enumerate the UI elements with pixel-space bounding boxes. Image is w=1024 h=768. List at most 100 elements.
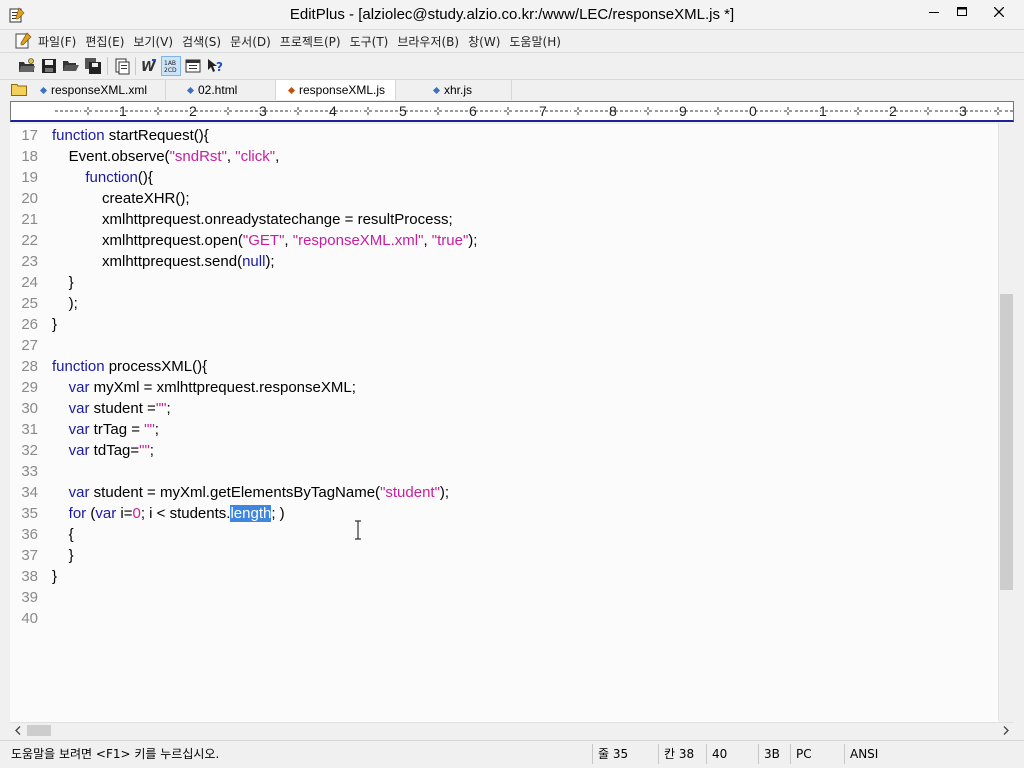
code-editor[interactable]: 17 function startRequest(){18 Event.obser… <box>10 124 998 722</box>
code-token: ; ) <box>271 505 285 522</box>
code-line[interactable]: 32 var tdTag=""; <box>10 440 998 461</box>
line-number: 39 <box>21 589 38 606</box>
menu-document[interactable]: 문서(D) <box>230 33 276 50</box>
code-text: function(){ <box>52 167 153 188</box>
status-line[interactable]: 줄 35 <box>592 744 658 764</box>
line-number: 19 <box>21 169 38 186</box>
code-line[interactable]: 23 xmlhttprequest.send(null); <box>10 251 998 272</box>
tab-label: 02.html <box>198 83 238 97</box>
status-size: 3B <box>758 744 790 764</box>
code-line[interactable]: 27 <box>10 335 998 356</box>
code-line[interactable]: 38} <box>10 566 998 587</box>
toolbar: W 1AB 2CD ? <box>0 52 1024 78</box>
line-number: 17 <box>21 127 38 144</box>
code-line[interactable]: 20 createXHR(); <box>10 188 998 209</box>
tab-xhr-js[interactable]: xhr.js <box>396 80 512 100</box>
code-line[interactable]: 40 <box>10 608 998 629</box>
code-token: ; <box>166 400 171 417</box>
code-line[interactable]: 24 } <box>10 272 998 293</box>
code-token: ; i < students. <box>140 505 231 522</box>
literal-token: "student" <box>380 484 440 501</box>
code-token: i= <box>116 505 133 522</box>
code-line[interactable]: 31 var trTag = ""; <box>10 419 998 440</box>
code-line[interactable]: 36 { <box>10 524 998 545</box>
code-line[interactable]: 25 ); <box>10 293 998 314</box>
code-line[interactable]: 19 function(){ <box>10 167 998 188</box>
code-line[interactable]: 37 } <box>10 545 998 566</box>
vertical-scrollbar[interactable] <box>998 122 1014 720</box>
code-token: ); <box>52 295 78 312</box>
code-line[interactable]: 26} <box>10 314 998 335</box>
horizontal-scrollbar[interactable] <box>10 722 1014 738</box>
menu-view[interactable]: 보기(V) <box>133 33 178 50</box>
vertical-scroll-thumb[interactable] <box>1000 294 1013 590</box>
status-bar: 도움말을 보려면 <F1> 키를 누르십시오. 줄 35 칸 38 40 3B … <box>0 740 1024 768</box>
code-token: Event.observe( <box>52 148 170 165</box>
keyword-token: var <box>68 379 90 396</box>
code-line[interactable]: 21 xmlhttprequest.onreadystatechange = r… <box>10 209 998 230</box>
save-icon <box>42 59 56 73</box>
close-button[interactable] <box>976 0 1022 24</box>
code-line[interactable]: 29 var myXml = xmlhttprequest.responseXM… <box>10 377 998 398</box>
code-line[interactable]: 22 xmlhttprequest.open("GET", "responseX… <box>10 230 998 251</box>
minimize-button[interactable] <box>920 0 948 24</box>
code-token: ; <box>154 421 159 438</box>
svg-text:?: ? <box>216 60 223 74</box>
maximize-button[interactable] <box>948 0 976 24</box>
code-text: function processXML(){ <box>52 356 207 377</box>
keyword-token: for <box>68 505 87 522</box>
code-line[interactable]: 39 <box>10 587 998 608</box>
line-number: 34 <box>21 484 38 501</box>
code-line[interactable]: 18 Event.observe("sndRst", "click", <box>10 146 998 167</box>
document-menu-icon[interactable] <box>14 32 32 50</box>
cliptext-button[interactable] <box>183 56 203 76</box>
ruler-digit: 2 <box>889 103 897 119</box>
menu-edit[interactable]: 편집(E) <box>85 33 129 50</box>
save-all-button[interactable] <box>83 56 103 76</box>
scroll-left-button[interactable] <box>10 723 26 738</box>
scroll-right-button[interactable] <box>998 723 1014 738</box>
selected-text: length <box>230 505 272 522</box>
menu-help[interactable]: 도움말(H) <box>509 33 566 50</box>
tab-responsexml-xml[interactable]: responseXML.xml <box>34 80 166 100</box>
horizontal-scroll-thumb[interactable] <box>27 725 51 736</box>
clipboard-button[interactable] <box>112 56 132 76</box>
code-token: (){ <box>137 169 153 186</box>
tab-responsexml-js[interactable]: responseXML.js <box>276 80 396 100</box>
help-button[interactable]: ? <box>205 56 225 76</box>
ruler-digit: 1 <box>119 103 127 119</box>
menu-tools[interactable]: 도구(T) <box>350 33 394 50</box>
menu-search[interactable]: 검색(S) <box>182 33 226 50</box>
menu-file[interactable]: 파일(F) <box>38 33 81 50</box>
code-line[interactable]: 17 function startRequest(){ <box>10 125 998 146</box>
column-ruler: 1 2 3 4 5 6 7 8 9 0 1 2 3 <box>10 101 1014 122</box>
code-line[interactable]: 33 <box>10 461 998 482</box>
code-line[interactable]: 34 var student = myXml.getElementsByTagN… <box>10 482 998 503</box>
save-button[interactable] <box>39 56 59 76</box>
code-line[interactable]: 35 for (var i=0; i < students.length; ) <box>10 503 998 524</box>
open-button[interactable] <box>61 56 81 76</box>
code-token: ; <box>149 442 154 459</box>
code-token: student = <box>89 400 156 417</box>
word-wrap-button[interactable]: W <box>139 56 159 76</box>
status-line-ending[interactable]: PC <box>790 744 844 764</box>
menu-window[interactable]: 창(W) <box>468 33 505 50</box>
menu-project[interactable]: 프로젝트(P) <box>280 33 346 50</box>
code-line[interactable]: 28 function processXML(){ <box>10 356 998 377</box>
tab-02-html[interactable]: 02.html <box>166 80 276 100</box>
code-token: ); <box>468 232 478 249</box>
folder-icon[interactable] <box>11 83 27 96</box>
code-line[interactable]: 30 var student =""; <box>10 398 998 419</box>
ruler-toggle-button[interactable]: 1AB 2CD <box>161 56 181 76</box>
keyword-token: null <box>242 253 266 270</box>
open-directory-button[interactable] <box>17 56 37 76</box>
status-encoding[interactable]: ANSI <box>844 744 934 764</box>
code-text: for (var i=0; i < students.length; ) <box>52 503 285 524</box>
menu-browser[interactable]: 브라우저(B) <box>397 33 464 50</box>
code-token: student = myXml.getElementsByTagName( <box>89 484 381 501</box>
status-column[interactable]: 칸 38 <box>658 744 706 764</box>
